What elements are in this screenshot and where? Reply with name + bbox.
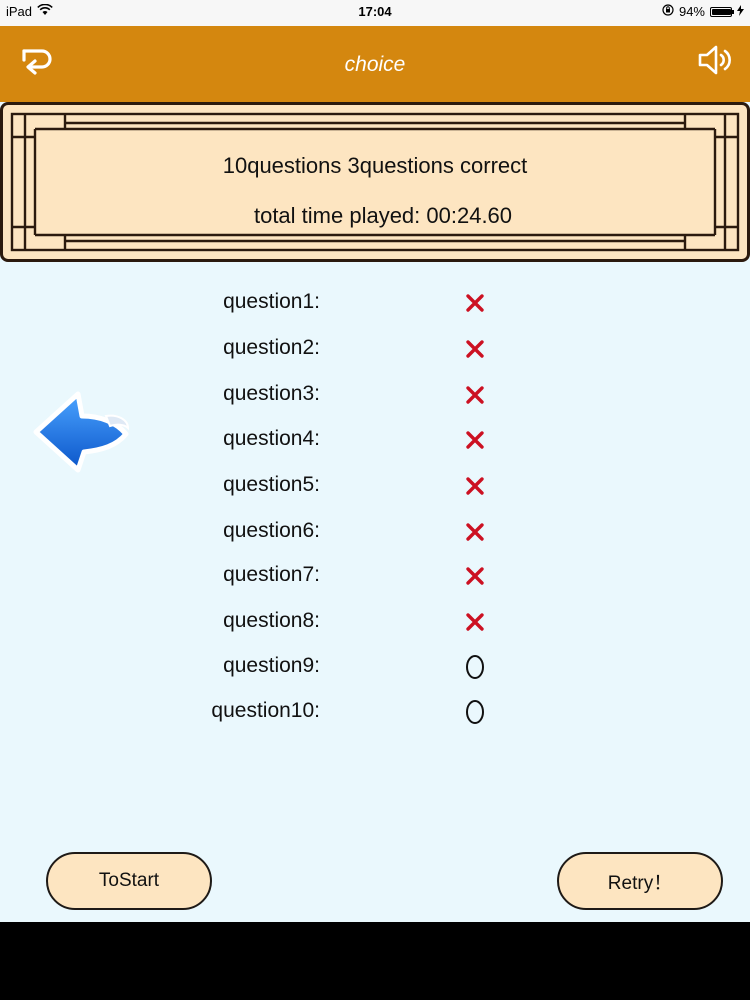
result-row: question4:: [0, 425, 750, 455]
question-label: question10:: [211, 699, 320, 722]
wrong-cross-icon: [460, 471, 490, 501]
result-row: question1:: [0, 288, 750, 318]
status-bar: iPad 17:04 94%: [0, 0, 750, 26]
result-row: question10:: [0, 697, 750, 727]
result-row: question8:: [0, 607, 750, 637]
question-label: question2:: [223, 336, 320, 359]
result-row: question9:: [0, 652, 750, 682]
score-summary: 10questions 3questions correct: [222, 153, 528, 178]
battery-icon: [710, 6, 734, 17]
wrong-cross-icon: [460, 288, 490, 318]
result-row: question6:: [0, 517, 750, 547]
nav-bar: choice: [0, 26, 750, 102]
question-label: question7:: [223, 563, 320, 586]
question-label: question8:: [223, 609, 320, 632]
question-label: question1:: [223, 290, 320, 313]
correct-circle-icon: [460, 697, 490, 727]
battery-percent: 94%: [678, 4, 705, 19]
to-start-button[interactable]: ToStart: [46, 852, 212, 910]
question-label: question9:: [223, 654, 320, 677]
result-row: question2:: [0, 334, 750, 364]
retry-button[interactable]: Retry！: [557, 852, 723, 910]
result-summary-panel: 10questions 3questions correct total tim…: [0, 102, 750, 262]
result-row: question3:: [0, 380, 750, 410]
status-time: 17:04: [358, 4, 392, 19]
page-title: choice: [344, 53, 406, 76]
wrong-cross-icon: [460, 517, 490, 547]
charging-bolt-icon: [737, 4, 744, 19]
battery-level: [712, 8, 731, 15]
wrong-cross-icon: [460, 334, 490, 364]
question-label: question5:: [223, 473, 320, 496]
question-label: question4:: [223, 427, 320, 450]
orientation-lock-icon: [662, 4, 674, 19]
app-screen: iPad 17:04 94% choice 10questions 3quest…: [0, 0, 750, 922]
decorative-frame: [10, 112, 740, 252]
wrong-cross-icon: [460, 425, 490, 455]
result-row: question7:: [0, 561, 750, 591]
correct-circle-icon: [460, 652, 490, 682]
result-row: question5:: [0, 471, 750, 501]
speaker-icon[interactable]: [696, 42, 736, 78]
wrong-cross-icon: [460, 561, 490, 591]
time-played: total time played: 00:24.60: [253, 203, 513, 228]
wrong-cross-icon: [460, 607, 490, 637]
question-label: question6:: [223, 519, 320, 542]
wrong-cross-icon: [460, 380, 490, 410]
question-label: question3:: [223, 382, 320, 405]
